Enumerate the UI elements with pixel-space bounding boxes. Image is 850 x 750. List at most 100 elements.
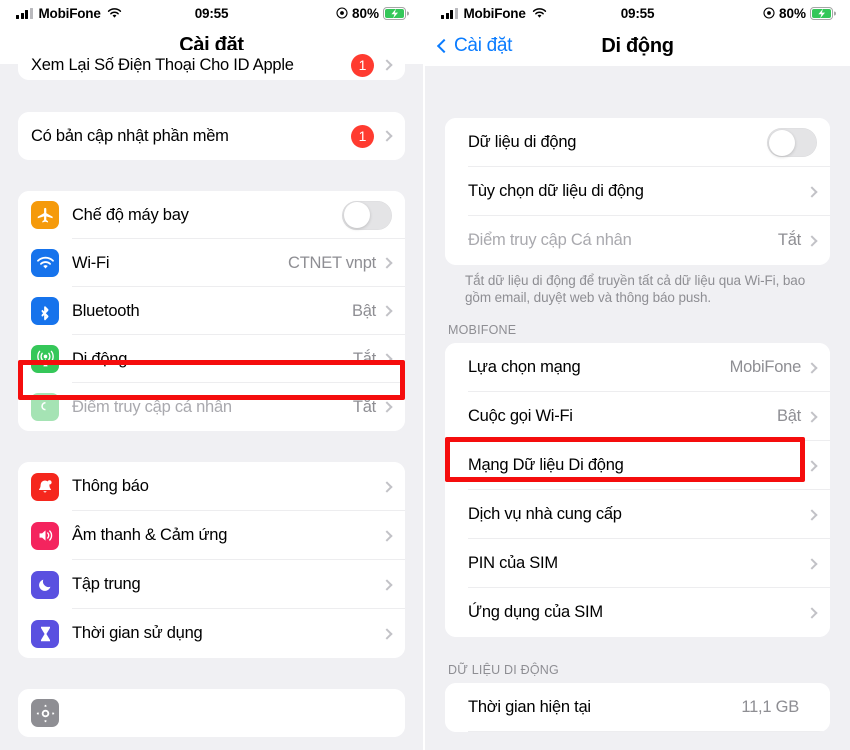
list-item-label: Điểm truy cập cá nhân [72,397,232,416]
list-item-value: Bật [351,301,376,320]
cellular-bars-icon [16,7,33,19]
list-item-airplane-mode[interactable]: Chế độ máy bay [18,191,405,239]
list-item-current-period[interactable]: Thời gian hiện tại 11,1 GB [445,683,830,732]
list-item-value: Tắt [777,231,801,249]
list-item-label: Tập trung [72,575,141,593]
chevron-right-icon [381,130,393,142]
list-item-label: Chế độ máy bay [72,205,189,224]
card-carrier: Lựa chọn mạng MobiFone Cuộc gọi Wi-Fi Bậ… [445,343,830,637]
list-item-value: Tắt [352,397,376,416]
list-item-label: Mạng Dữ liệu Di động [468,456,624,474]
list-item-label: Lựa chọn mạng [468,358,581,376]
battery-charging-icon [810,6,836,20]
left-phone-screen: MobiFone 09:55 80% Cài đặt Xem Lại Số Đi… [0,0,425,750]
list-item-network-selection[interactable]: Lựa chọn mạng MobiFone [445,343,830,392]
chevron-right-icon [381,353,393,365]
status-bar-carrier-group: MobiFone [16,6,122,21]
card-software-update: Có bản cập nhật phần mềm 1 [18,112,405,160]
wifi-icon [31,249,59,277]
card-cellular-data: Dữ liệu di động Tùy chọn dữ liệu di động… [445,118,830,265]
card-connectivity: Chế độ máy bay Wi-Fi CTNET vnpt Bluetoot… [18,191,405,431]
list-item-value: MobiFone [729,358,802,376]
hotspot-icon [31,393,59,421]
list-item-label: Wi-Fi [72,253,110,272]
notification-badge: 1 [351,53,374,77]
list-item-sounds-haptics[interactable]: Âm thanh & Cảm ứng [18,511,405,560]
chevron-right-icon [381,578,393,591]
cellular-bars-icon [441,7,458,19]
chevron-right-icon [381,59,393,71]
chevron-right-icon [806,459,818,472]
bell-icon [31,472,59,501]
carrier-name: MobiFone [463,5,526,21]
left-content: Xem Lại Số Điện Thoại Cho ID Apple 1 Có … [0,50,423,737]
list-item-label: Thông báo [72,477,149,495]
battery-percent: 80% [778,5,806,21]
airplane-mode-toggle[interactable] [342,200,392,230]
list-item-screen-time[interactable]: Thời gian sử dụng [18,609,405,658]
list-item-label: Tùy chọn dữ liệu di động [468,182,644,200]
chevron-right-icon [806,234,818,247]
list-item-software-update[interactable]: Có bản cập nhật phần mềm 1 [18,112,405,160]
list-item-cellular-data[interactable]: Dữ liệu di động [445,118,830,167]
list-item-value: 11,1 GB [741,698,799,716]
chevron-left-icon [436,38,452,54]
right-content: Dữ liệu di động Tùy chọn dữ liệu di động… [425,118,850,732]
location-services-icon [763,7,775,19]
list-item-wifi-calling[interactable]: Cuộc gọi Wi-Fi Bật [445,392,830,441]
chevron-right-icon [381,529,393,542]
list-item-label: Di động [72,349,128,368]
chevron-right-icon [381,401,393,413]
status-bar-carrier-group: MobiFone [441,6,547,21]
battery-charging-icon [383,6,409,20]
list-item-value: CTNET vnpt [288,253,376,272]
card-data-usage: Thời gian hiện tại 11,1 GB [445,683,830,732]
location-services-icon [336,7,348,19]
list-item-label: Thời gian hiện tại [468,698,591,716]
partial-top-card: Xem Lại Số Điện Thoại Cho ID Apple 1 [18,50,405,80]
back-button-label: Cài đặt [454,35,513,56]
status-bar-right-group: 80% [336,6,409,21]
battery-percent: 80% [351,5,379,21]
gear-icon [31,699,59,727]
chevron-right-icon [381,257,393,269]
list-item-value: Bật [776,407,801,425]
wifi-icon [107,8,121,18]
list-item-sim-applications[interactable]: Ứng dụng của SIM [445,588,830,637]
dual-screenshot-container: MobiFone 09:55 80% Cài đặt Xem Lại Số Đi… [0,0,850,750]
list-item-label: Bluetooth [72,301,140,320]
nav-bar-right: Cài đặt Di động [425,26,850,66]
cellular-data-toggle[interactable] [767,128,817,157]
notification-badge: 1 [351,124,374,148]
speaker-icon [31,521,59,550]
cellular-icon [31,345,59,373]
list-item-cellular-data-options[interactable]: Tùy chọn dữ liệu di động [445,167,830,216]
list-item-sim-pin[interactable]: PIN của SIM [445,539,830,588]
list-item-label: PIN của SIM [468,554,558,572]
airplane-icon [31,201,59,229]
list-item-carrier-services[interactable]: Dịch vụ nhà cung cấp [445,490,830,539]
list-item-general[interactable] [18,689,405,737]
list-item-wifi[interactable]: Wi-Fi CTNET vnpt [18,239,405,287]
list-item-focus[interactable]: Tập trung [18,560,405,609]
list-item-notifications[interactable]: Thông báo [18,462,405,511]
back-button[interactable]: Cài đặt [436,35,513,57]
list-item-cellular[interactable]: Di động Tắt [18,335,405,383]
list-item-personal-hotspot[interactable]: Điểm truy cập Cá nhân Tắt [445,216,830,265]
hourglass-icon [31,619,59,648]
list-item-cellular-data-network[interactable]: Mạng Dữ liệu Di động [445,441,830,490]
list-item-bluetooth[interactable]: Bluetooth Bật [18,287,405,335]
list-item-label: Âm thanh & Cảm ứng [72,526,228,544]
list-item-label: Thời gian sử dụng [72,624,203,642]
chevron-right-icon [806,410,818,423]
bluetooth-icon [31,297,59,325]
card-system: Thông báo Âm thanh & Cảm ứng Tập trung T… [18,462,405,658]
chevron-right-icon [806,557,818,570]
list-item-review-apple-id[interactable]: Xem Lại Số Điện Thoại Cho ID Apple 1 [18,50,405,80]
chevron-right-icon [806,606,818,619]
list-item-personal-hotspot[interactable]: Điểm truy cập cá nhân Tắt [18,383,405,431]
list-item-label: Dữ liệu di động [468,133,577,151]
status-bar-right-group: 80% [763,6,836,21]
chevron-right-icon [381,627,393,640]
list-item-label: Có bản cập nhật phần mềm [31,126,229,145]
